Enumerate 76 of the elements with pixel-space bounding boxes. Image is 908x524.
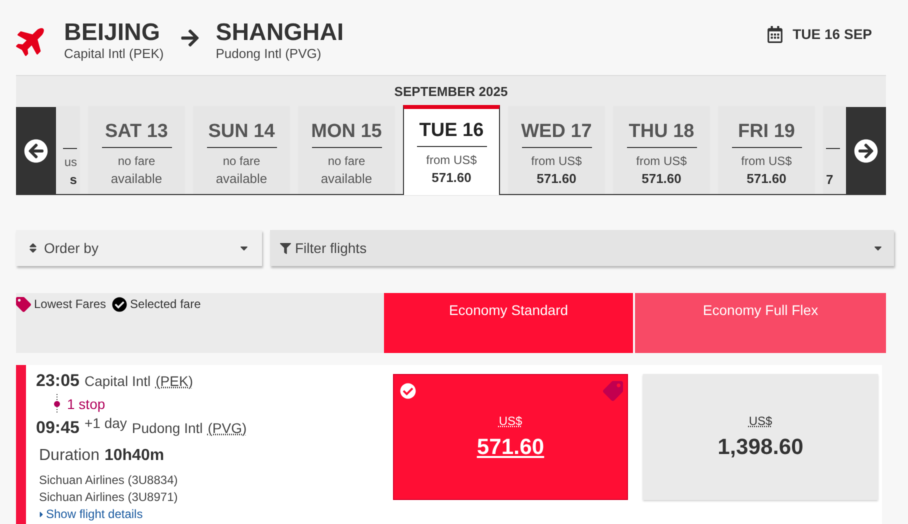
fare-option[interactable]: US$ 1,398.60 — [643, 374, 878, 500]
stops-label: 1 stop — [67, 394, 106, 414]
duration-label: Duration — [39, 446, 100, 466]
arrival-code: (PVG) — [208, 418, 247, 438]
origin-city: BEIJING — [64, 20, 162, 46]
date-card[interactable]: TUE 16 from US$ 571.60 — [403, 105, 500, 195]
date-day-label: MON 15 — [311, 120, 382, 144]
arrow-right-icon — [180, 28, 200, 48]
month-label: SEPTEMBER 2025 — [394, 82, 508, 101]
carrier-label: Sichuan Airlines (3U8834) — [39, 472, 179, 489]
date-fare-label: from US$ — [741, 153, 792, 170]
date-card[interactable]: THU 18 from US$ 571.60 — [613, 106, 710, 194]
check-icon — [112, 296, 128, 312]
carrier-label: Sichuan Airlines (3U8971) — [39, 489, 179, 506]
date-fare-price: 571.60 — [432, 169, 472, 186]
departure-time: 23:05 — [36, 370, 80, 392]
tag-icon — [16, 296, 31, 312]
date-card[interactable]: SAT 13 no fare available — [88, 106, 185, 194]
arrival-time: 09:45 — [36, 416, 80, 438]
departure-code: (PEK) — [156, 372, 193, 391]
day-offset: +1 day — [84, 414, 127, 433]
stop-line-icon — [53, 394, 61, 414]
arrow-left-icon — [24, 139, 48, 163]
destination-city: SHANGHAI — [216, 20, 344, 46]
date-day-label: THU 18 — [628, 120, 694, 144]
flight-details-link[interactable]: Show flight details — [36, 506, 386, 523]
date-day-label: FRI 19 — [738, 120, 796, 144]
calendar-icon[interactable] — [766, 26, 783, 43]
filter-icon — [280, 242, 291, 254]
destination-airport: Pudong Intl (PVG) — [216, 46, 322, 61]
date-day-label: TUE 16 — [419, 119, 484, 143]
date-card[interactable]: SUN 14 no fare available — [193, 106, 290, 194]
legend-label: Lowest Fares — [34, 296, 106, 313]
date-card[interactable]: MON 15 no fare available — [298, 106, 395, 194]
arrival-airport: Pudong Intl — [132, 418, 203, 438]
selected-date: TUE 16 SEP — [792, 25, 872, 44]
legend-label: Selected fare — [130, 296, 201, 313]
date-fare-price: s — [70, 171, 77, 188]
date-fare-price: 7 — [826, 171, 834, 188]
date-day-label: SUN 14 — [208, 120, 275, 144]
date-fare-price: available — [110, 170, 162, 187]
date-day-label: SAT 13 — [104, 120, 168, 144]
fare-currency: US$ — [498, 412, 522, 430]
date-fare-label: from US$ — [426, 152, 477, 169]
date-fare-label: from US$ — [636, 153, 687, 170]
date-fare-label: us — [64, 154, 77, 171]
date-fare-label: no fare — [118, 153, 156, 170]
fare-amount: 571.60 — [476, 432, 544, 460]
date-fare-price: 571.60 — [536, 170, 576, 187]
date-card[interactable]: us s — [56, 106, 80, 194]
date-fare-label: from US$ — [531, 153, 582, 170]
fare-option[interactable]: US$ 571.60 — [393, 374, 628, 500]
date-fare-price: 571.60 — [642, 170, 682, 187]
date-card[interactable]: FRI 19 from US$ 571.60 — [718, 106, 815, 194]
date-fare-label: no fare — [328, 153, 366, 170]
order-by-dropdown[interactable]: Order by — [16, 230, 262, 266]
origin-airport: Capital Intl (PEK) — [64, 46, 164, 61]
next-dates-button[interactable] — [846, 107, 886, 195]
arrow-right-icon — [854, 139, 878, 163]
previous-dates-button[interactable] — [16, 107, 56, 195]
date-fare-price: available — [320, 170, 372, 187]
fare-class-header: Economy Full Flex — [635, 293, 886, 353]
date-card[interactable]: WED 17 from US$ 571.60 — [508, 106, 605, 194]
departure-airport: Capital Intl — [84, 372, 151, 391]
fare-amount: 1,398.60 — [718, 432, 804, 460]
filter-dropdown[interactable]: Filter flights — [270, 230, 894, 266]
sort-icon — [28, 242, 38, 254]
check-icon — [400, 383, 416, 399]
date-fare-price: 571.60 — [746, 170, 786, 187]
fare-currency: US$ — [748, 412, 772, 430]
fare-class-header: Economy Standard — [384, 293, 633, 353]
date-card[interactable]: 7 — [823, 106, 846, 194]
date-fare-label: no fare — [222, 153, 260, 170]
date-fare-price: available — [216, 170, 268, 187]
duration-value: 10h40m — [104, 446, 164, 466]
date-day-label: WED 17 — [521, 120, 592, 144]
